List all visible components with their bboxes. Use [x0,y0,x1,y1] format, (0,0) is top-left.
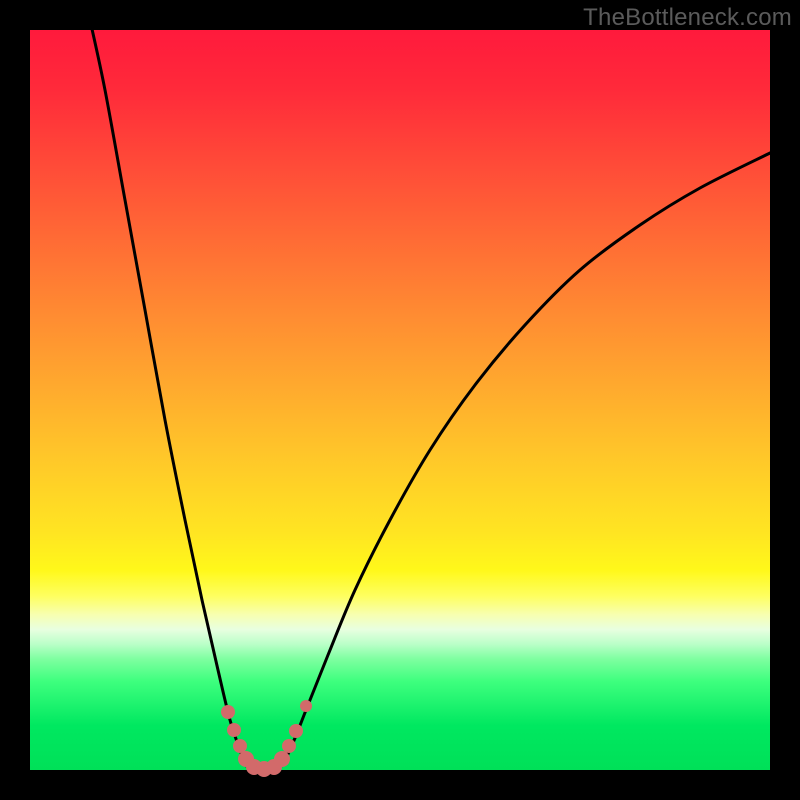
marker-dot [233,739,247,753]
marker-dot [221,705,235,719]
watermark-text: TheBottleneck.com [583,4,792,32]
marker-dot [300,700,312,712]
marker-dot [274,751,290,767]
curve-left-branch [90,20,250,770]
marker-dot [227,723,241,737]
marker-dot [282,739,296,753]
marker-dot [289,724,303,738]
chart-svg [30,30,770,770]
curve-right-branch [278,153,770,770]
